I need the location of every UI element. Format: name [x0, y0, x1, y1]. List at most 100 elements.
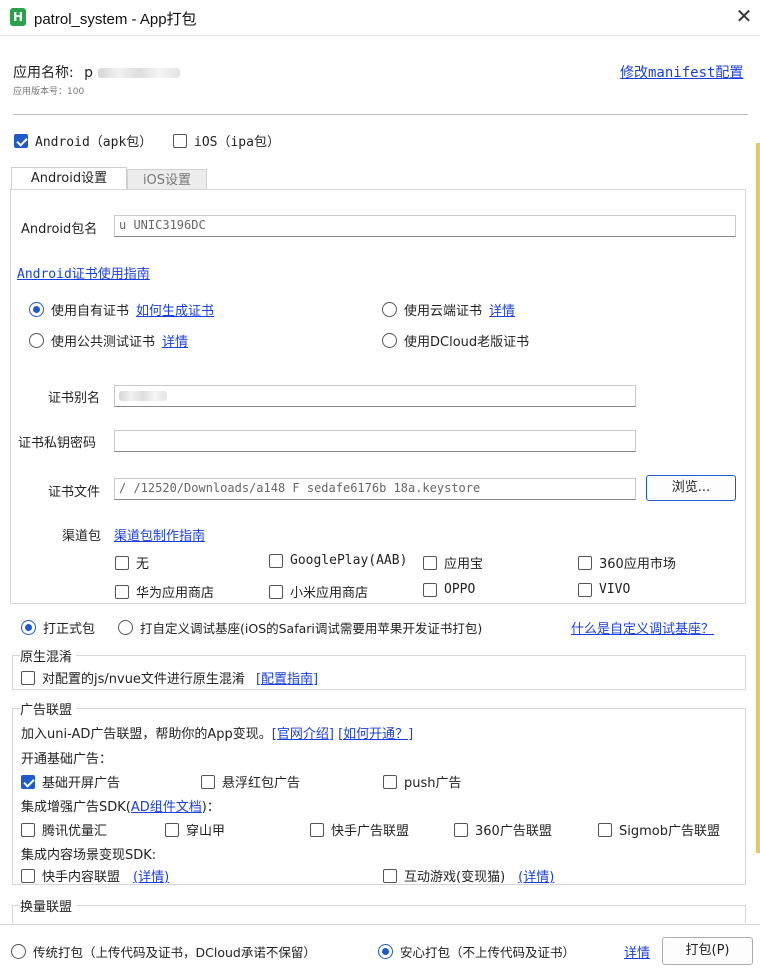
- cert-cloud-details-link[interactable]: 详情: [489, 300, 515, 319]
- channel-360[interactable]: 360应用市场: [578, 553, 676, 572]
- cert-option-own[interactable]: 使用自有证书 如何生成证书: [29, 300, 214, 319]
- sdk-360-checkbox[interactable]: [454, 822, 468, 837]
- ad-redpacket-label: 悬浮红包广告: [222, 776, 301, 791]
- ad-intro-text: 加入uni-AD广告联盟，帮助你的App变现。: [21, 727, 272, 742]
- ad-push-option[interactable]: push广告: [383, 772, 462, 791]
- sdk-tencent-checkbox[interactable]: [21, 822, 35, 837]
- ad-website-link[interactable]: [官网介绍]: [272, 727, 334, 742]
- obfuscation-checkbox[interactable]: [21, 670, 35, 685]
- cert-own-radio[interactable]: [29, 302, 44, 317]
- ad-push-checkbox[interactable]: [383, 774, 397, 789]
- cert-public-details-link[interactable]: 详情: [162, 331, 188, 350]
- channel-huawei-checkbox[interactable]: [115, 584, 129, 599]
- package-name-input[interactable]: u UNIC3196DC: [114, 215, 736, 237]
- sdk-heading-suffix: )：: [201, 800, 220, 815]
- ad-splash-option[interactable]: 基础开屏广告: [21, 772, 120, 791]
- channel-vivo-checkbox[interactable]: [578, 582, 592, 597]
- android-cert-guide-link[interactable]: Android证书使用指南: [17, 263, 150, 282]
- safe-pack-option[interactable]: 安心打包（不上传代码及证书）: [378, 942, 575, 961]
- build-release-radio[interactable]: [21, 620, 36, 635]
- obfuscation-title: 原生混淆: [20, 646, 77, 665]
- channel-yingyongbao-label: 应用宝: [444, 557, 484, 572]
- content-kuaishou-details-link[interactable]: (详情): [133, 866, 169, 885]
- channel-huawei[interactable]: 华为应用商店: [115, 582, 214, 601]
- android-checkbox[interactable]: [14, 133, 28, 148]
- content-kuaishou-option[interactable]: 快手内容联盟 (详情): [21, 866, 169, 885]
- channel-none[interactable]: 无: [115, 553, 149, 572]
- content-kuaishou-checkbox[interactable]: [21, 868, 35, 883]
- content-game-label: 互动游戏(变现猫): [404, 870, 506, 885]
- cert-file-input[interactable]: / /12520/Downloads/a148 F sedafe6176b 18…: [114, 478, 636, 500]
- android-platform-option[interactable]: Android（apk包）: [14, 131, 152, 150]
- build-release-option[interactable]: 打正式包: [21, 618, 95, 637]
- traditional-pack-option[interactable]: 传统打包（上传代码及证书，DCloud承诺不保留）: [11, 942, 316, 961]
- ad-redpacket-checkbox[interactable]: [201, 774, 215, 789]
- tab-ios-settings[interactable]: iOS设置: [127, 169, 207, 191]
- cert-alias-input[interactable]: [114, 385, 636, 407]
- channel-label: 渠道包: [62, 529, 102, 544]
- cert-alias-label: 证书别名: [48, 391, 101, 406]
- channel-vivo[interactable]: VIVO: [578, 582, 630, 597]
- channel-googleplay[interactable]: GooglePlay(AAB): [269, 553, 407, 568]
- close-icon[interactable]: ✕: [734, 6, 754, 28]
- channel-oppo-checkbox[interactable]: [423, 582, 437, 597]
- content-game-checkbox[interactable]: [383, 868, 397, 883]
- ios-platform-label: iOS（ipa包）: [194, 135, 280, 150]
- ad-splash-checkbox[interactable]: [21, 774, 35, 789]
- ios-platform-option[interactable]: iOS（ipa包）: [173, 131, 280, 150]
- cert-dcloud-radio[interactable]: [382, 333, 397, 348]
- browse-button[interactable]: 浏览...: [646, 475, 736, 501]
- cert-option-cloud[interactable]: 使用云端证书 详情: [382, 300, 515, 319]
- channel-xiaomi[interactable]: 小米应用商店: [269, 582, 368, 601]
- pack-details-link[interactable]: 详情: [624, 942, 650, 961]
- how-to-generate-cert-link[interactable]: 如何生成证书: [136, 300, 214, 319]
- blurred-app-name: [97, 68, 180, 78]
- vertical-scrollbar[interactable]: [756, 143, 760, 853]
- channel-none-checkbox[interactable]: [115, 555, 129, 570]
- channel-xiaomi-checkbox[interactable]: [269, 584, 283, 599]
- sdk-pangle-checkbox[interactable]: [165, 822, 179, 837]
- ad-intro: 加入uni-AD广告联盟，帮助你的App变现。[官网介绍] [如何开通？]: [21, 723, 413, 742]
- ad-component-docs-link[interactable]: AD组件文档: [131, 800, 202, 815]
- cert-option-dcloud-old[interactable]: 使用DCloud老版证书: [382, 331, 529, 350]
- cert-password-input[interactable]: [114, 430, 636, 452]
- safe-pack-radio[interactable]: [378, 944, 393, 959]
- channel-yingyongbao[interactable]: 应用宝: [423, 553, 483, 572]
- app-version: 应用版本号：100: [13, 87, 85, 97]
- sdk-sigmob-option[interactable]: Sigmob广告联盟: [598, 820, 720, 839]
- content-game-option[interactable]: 互动游戏(变现猫) (详情): [383, 866, 554, 885]
- obfuscation-option[interactable]: 对配置的js/nvue文件进行原生混淆 [配置指南]: [21, 668, 318, 687]
- pack-button[interactable]: 打包(P): [662, 937, 753, 965]
- sdk-pangle-option[interactable]: 穿山甲: [165, 820, 225, 839]
- ios-checkbox[interactable]: [173, 133, 187, 148]
- sdk-360-option[interactable]: 360广告联盟: [454, 820, 552, 839]
- traditional-pack-radio[interactable]: [11, 944, 26, 959]
- sdk-tencent-option[interactable]: 腾讯优量汇: [21, 820, 107, 839]
- ad-how-to-open-link[interactable]: [如何开通？]: [338, 727, 413, 742]
- channel-oppo[interactable]: OPPO: [423, 582, 475, 597]
- obfuscation-guide-link[interactable]: [配置指南]: [256, 668, 318, 687]
- channel-yingyongbao-checkbox[interactable]: [423, 555, 437, 570]
- cert-own-label: 使用自有证书: [51, 304, 130, 319]
- sdk-sigmob-checkbox[interactable]: [598, 822, 612, 837]
- cert-file-label: 证书文件: [48, 485, 101, 500]
- build-custom-option[interactable]: 打自定义调试基座(iOS的Safari调试需要用苹果开发证书打包): [118, 618, 482, 637]
- build-custom-radio[interactable]: [118, 620, 133, 635]
- what-is-custom-base-link[interactable]: 什么是自定义调试基座？: [571, 618, 714, 637]
- sdk-kuaishou-checkbox[interactable]: [310, 822, 324, 837]
- cert-cloud-radio[interactable]: [382, 302, 397, 317]
- channel-360-checkbox[interactable]: [578, 555, 592, 570]
- cert-public-radio[interactable]: [29, 333, 44, 348]
- content-game-details-link[interactable]: (详情): [518, 866, 554, 885]
- tab-android-settings[interactable]: Android设置: [11, 167, 127, 190]
- app-name-label: 应用名称:: [13, 65, 74, 81]
- ad-redpacket-option[interactable]: 悬浮红包广告: [201, 772, 300, 791]
- sdk-kuaishou-option[interactable]: 快手广告联盟: [310, 820, 409, 839]
- channel-guide-link[interactable]: 渠道包制作指南: [114, 525, 205, 544]
- channel-none-label: 无: [136, 557, 150, 572]
- header-divider: [13, 114, 748, 115]
- cert-option-public-test[interactable]: 使用公共测试证书 详情: [29, 331, 188, 350]
- edit-manifest-link[interactable]: 修改manifest配置: [620, 62, 743, 82]
- title-bar: H patrol_system - App打包 ✕: [0, 0, 760, 36]
- channel-googleplay-checkbox[interactable]: [269, 553, 283, 568]
